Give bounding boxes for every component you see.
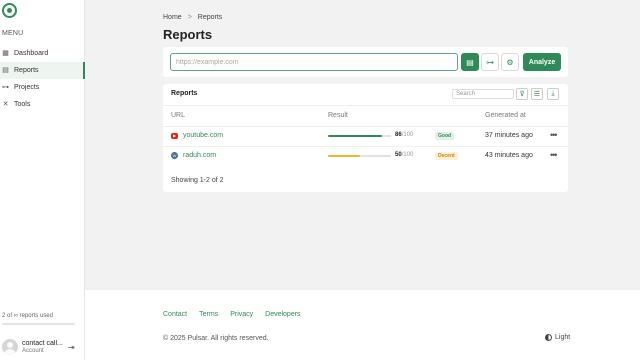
- sidebar-nav: ▦ Dashboard ▤ Reports ⊶ Projects ✕ Tools: [0, 45, 85, 113]
- logo-icon[interactable]: [2, 3, 17, 18]
- copyright: © 2025 Pulsar. All rights reserved.: [163, 335, 269, 342]
- usage-text: 2 of ∞ reports used: [2, 313, 53, 319]
- score-bar-fill: [328, 135, 383, 137]
- generated-time: 43 minutes ago: [485, 152, 533, 159]
- footer: Contact Terms Privacy Developers © 2025 …: [85, 290, 640, 360]
- menu-label: MENU: [2, 30, 24, 37]
- usage-progress-bar: [2, 323, 75, 325]
- breadcrumb-home[interactable]: Home: [163, 14, 182, 21]
- column-header-generated: Generated at: [485, 112, 526, 119]
- table-row[interactable]: W raduh.com 50/100 Decent 43 minutes ago…: [163, 146, 568, 166]
- grid-icon: ▦: [2, 50, 9, 57]
- row-url-text: raduh.com: [183, 152, 217, 159]
- sidebar-item-label: Dashboard: [14, 50, 49, 57]
- table-row[interactable]: ▶ youtube.com 86/100 Good 37 minutes ago…: [163, 126, 568, 146]
- reports-icon: ▤: [2, 67, 9, 74]
- generated-time: 37 minutes ago: [485, 132, 533, 139]
- status-badge: Decent: [435, 152, 458, 160]
- single-page-mode-button[interactable]: ▤: [461, 53, 479, 71]
- score-number: 50: [395, 152, 402, 158]
- row-url[interactable]: W raduh.com: [171, 152, 216, 159]
- sidebar-item-projects[interactable]: ⊶ Projects: [0, 79, 85, 96]
- breadcrumb: Home > Reports: [163, 14, 222, 21]
- status-badge: Good: [435, 132, 455, 140]
- more-icon[interactable]: •••: [550, 150, 558, 160]
- pagination-summary: Showing 1-2 of 2: [171, 177, 224, 184]
- download-icon: ⤓: [551, 90, 555, 97]
- filter-icon: ⊽: [519, 91, 525, 98]
- download-button[interactable]: ⤓: [547, 88, 559, 100]
- main-content: Home > Reports Reports ▤ ⊶ ⚙ Analyze Rep…: [85, 0, 640, 290]
- row-url-text: youtube.com: [183, 132, 224, 139]
- reports-card-title: Reports: [171, 90, 198, 97]
- theme-toggle[interactable]: Light: [545, 334, 570, 341]
- sidebar-item-tools[interactable]: ✕ Tools: [0, 96, 85, 113]
- logout-icon[interactable]: ⇥: [68, 343, 75, 352]
- url-input[interactable]: [170, 53, 458, 71]
- score-bar-fill: [328, 155, 360, 157]
- footer-link-privacy[interactable]: Privacy: [230, 311, 253, 318]
- divider: [163, 105, 568, 106]
- wordpress-icon: W: [171, 152, 178, 159]
- page-title: Reports: [163, 27, 213, 42]
- score-max: /100: [401, 152, 414, 158]
- account-role: Account: [22, 348, 44, 354]
- reports-card: Reports Search ⊽ ☰ ⤓ URL Result Generate…: [163, 84, 568, 192]
- score-bar: [328, 135, 391, 137]
- sidebar-item-reports[interactable]: ▤ Reports: [0, 62, 85, 79]
- sidebar-item-dashboard[interactable]: ▦ Dashboard: [0, 45, 85, 62]
- footer-link-terms[interactable]: Terms: [199, 311, 218, 318]
- score-bar: [328, 155, 391, 157]
- youtube-icon: ▶: [171, 132, 178, 139]
- score-max: /100: [401, 132, 414, 138]
- breadcrumb-current: Reports: [197, 14, 223, 21]
- column-header-result: Result: [328, 112, 348, 119]
- sidebar-item-label: Tools: [14, 101, 31, 108]
- theme-label: Light: [555, 334, 571, 341]
- theme-icon: [545, 334, 552, 341]
- analyze-card: ▤ ⊶ ⚙ Analyze: [163, 47, 568, 77]
- projects-icon: ⊶: [2, 84, 9, 91]
- breadcrumb-separator: >: [187, 14, 192, 21]
- avatar: [2, 339, 18, 355]
- sidebar-item-label: Projects: [14, 84, 40, 91]
- score-value: 50/100: [395, 152, 413, 158]
- column-header-url: URL: [171, 112, 186, 119]
- footer-link-developers[interactable]: Developers: [265, 311, 300, 318]
- score-number: 86: [395, 132, 402, 138]
- filter-button[interactable]: ⊽: [516, 88, 528, 100]
- sidebar-item-label: Reports: [14, 67, 39, 74]
- reports-search-input[interactable]: Search: [452, 89, 514, 99]
- score-value: 86/100: [395, 132, 413, 138]
- page-icon: ▤: [466, 57, 474, 67]
- sitemap-mode-button[interactable]: ⊶: [481, 53, 499, 71]
- gear-icon: ⚙: [506, 57, 514, 67]
- account-menu[interactable]: contact call... Account ⇥: [0, 334, 85, 360]
- tools-icon: ✕: [2, 101, 9, 108]
- footer-links: Contact Terms Privacy Developers: [163, 311, 301, 318]
- list-icon: ☰: [533, 91, 541, 98]
- list-view-button[interactable]: ☰: [531, 88, 543, 100]
- sidebar: MENU ▦ Dashboard ▤ Reports ⊶ Projects ✕ …: [0, 0, 85, 360]
- account-name: contact call...: [22, 340, 63, 347]
- sitemap-icon: ⊶: [486, 57, 494, 67]
- more-icon[interactable]: •••: [550, 130, 558, 140]
- footer-link-contact[interactable]: Contact: [163, 311, 187, 318]
- settings-button[interactable]: ⚙: [501, 53, 519, 71]
- row-url[interactable]: ▶ youtube.com: [171, 132, 223, 139]
- analyze-button[interactable]: Analyze: [523, 53, 561, 71]
